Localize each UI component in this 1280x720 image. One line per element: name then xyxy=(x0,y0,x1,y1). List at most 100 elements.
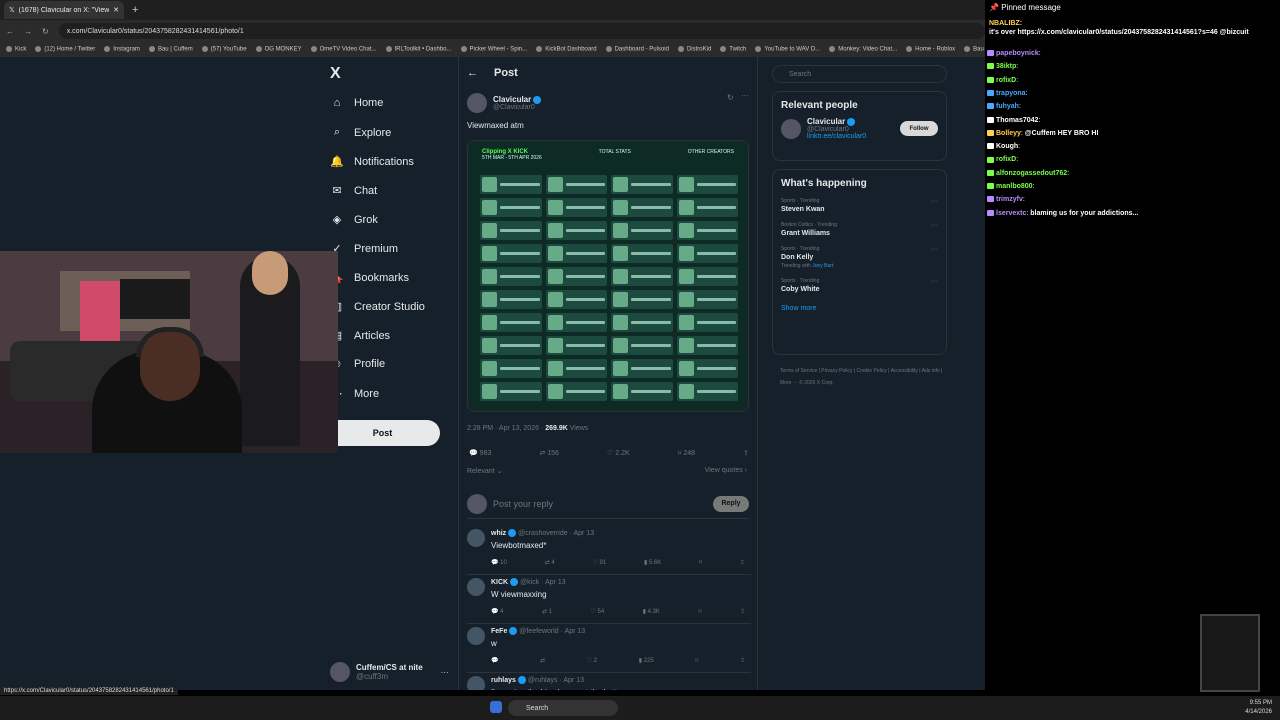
views-action[interactable]: ▮ 4.3K xyxy=(643,608,660,615)
post-author[interactable]: Clavicular @Clavicular0 xyxy=(467,93,542,113)
bookmark-icon[interactable]: ⌑ xyxy=(695,657,698,664)
reply-item[interactable]: FeFe @feefeworld · Apr 13 w 💬 ⇄ ♡ 2 ▮ 225 ⌑ ⇪ xyxy=(467,625,751,673)
tab-close-icon[interactable]: ✕ xyxy=(113,6,119,14)
post-button[interactable]: Post xyxy=(325,420,440,446)
bookmark-item[interactable]: Monkey: Video Chat... xyxy=(829,46,897,53)
sort-relevant[interactable]: Relevant ⌄ xyxy=(467,467,502,475)
reply-action[interactable]: 💬 10 xyxy=(491,559,507,566)
chat-username[interactable]: papeboynick xyxy=(996,50,1039,57)
bookmark-item[interactable]: (57) YouTube xyxy=(202,46,247,53)
forward-icon[interactable]: → xyxy=(24,27,32,36)
bookmark-item[interactable]: OmeTV Video Chat... xyxy=(311,46,377,53)
like-action[interactable]: ♡ 2.2K xyxy=(607,449,630,457)
repost-action[interactable]: ⇄ 4 xyxy=(545,559,555,566)
reply-item[interactable]: KICK @kick · Apr 13 W viewmaxxing 💬 4 ⇄ 1 ♡ … xyxy=(467,576,751,624)
bookmark-item[interactable]: OG MONKEY xyxy=(256,46,302,53)
grok-icon[interactable]: ↻ xyxy=(727,93,734,102)
trend-item[interactable]: Sports · Trending Don Kelly Trending with … xyxy=(781,246,938,269)
more-icon[interactable]: ··· xyxy=(931,198,938,205)
share-icon[interactable]: ⇪ xyxy=(740,559,745,566)
taskbar-search[interactable]: Search xyxy=(508,700,618,716)
back-icon[interactable]: ← xyxy=(6,27,14,36)
views-action[interactable]: ▮ 5.6K xyxy=(644,559,661,566)
chat-username[interactable]: Bolleyy xyxy=(996,130,1021,137)
chat-username[interactable]: Thomas7042 xyxy=(996,117,1038,124)
chat-username[interactable]: lservextc xyxy=(996,210,1026,217)
pinned-text[interactable]: it's over https://x.com/clavicular0/stat… xyxy=(989,29,1280,36)
bookmark-item[interactable]: Kick xyxy=(6,46,26,53)
bookmark-item[interactable]: YouTube to WAV D... xyxy=(755,46,820,53)
footer-links[interactable]: Terms of Service | Privacy Policy | Cook… xyxy=(780,365,950,389)
bookmark-item[interactable]: Home - Roblox xyxy=(906,46,955,53)
share-icon[interactable]: ⇪ xyxy=(740,608,745,615)
more-icon[interactable]: ··· xyxy=(931,278,938,285)
more-icon[interactable]: ··· xyxy=(931,246,938,253)
repost-action[interactable]: ⇄ 1 xyxy=(542,608,552,615)
nav-item-premium[interactable]: ✓ Premium xyxy=(330,242,398,256)
chat-username[interactable]: fuhyah xyxy=(996,103,1019,110)
nav-item-chat[interactable]: ✉ Chat xyxy=(330,184,377,198)
more-icon[interactable]: ··· xyxy=(741,91,749,100)
chat-username[interactable]: trimzyfv xyxy=(996,196,1023,203)
nav-item-articles[interactable]: ▤Articles xyxy=(330,329,390,343)
chat-username[interactable]: alfonzogassedout762 xyxy=(996,170,1067,177)
reply-item[interactable]: ruhlays @ruhlays · Apr 13 I'm crying the … xyxy=(467,674,751,690)
reply-input[interactable]: Post your reply xyxy=(493,499,707,509)
relevant-person[interactable]: Clavicular @Clavicular0 linktr.ee/clavic… xyxy=(781,117,938,140)
like-action[interactable]: ♡ 54 xyxy=(590,608,604,615)
chat-username[interactable]: rofixD xyxy=(996,156,1016,163)
chat-username[interactable]: trapyona xyxy=(996,90,1026,97)
nav-item-profile[interactable]: ☺Profile xyxy=(330,358,385,370)
bookmark-item[interactable]: Picker Wheel - Spin... xyxy=(461,46,528,53)
browser-tab[interactable]: 𝕏 (1678) Clavicular on X: "Viewm... ✕ xyxy=(4,1,124,19)
bookmark-item[interactable]: Bau | Cuffem xyxy=(149,46,193,53)
trend-item[interactable]: Sports · Trending Steven Kwan ··· xyxy=(781,198,938,213)
reply-action[interactable]: 💬 4 xyxy=(491,608,503,615)
nav-item-home[interactable]: ⌂ Home xyxy=(330,97,384,109)
bookmark-item[interactable]: (12) Home / Twitter xyxy=(35,46,95,53)
more-icon[interactable]: ··· xyxy=(931,222,938,229)
more-icon[interactable]: ··· xyxy=(441,668,449,677)
repost-action[interactable]: ⇄ xyxy=(540,657,545,664)
windows-start-icon[interactable] xyxy=(490,701,502,713)
trend-item[interactable]: Boston Celtics · Trending Grant Williams ·… xyxy=(781,222,938,237)
bookmark-item[interactable]: Twitch xyxy=(720,46,746,53)
trend-sub-link[interactable]: Joey Bart xyxy=(812,263,833,269)
reply-button[interactable]: Reply xyxy=(713,495,749,512)
share-icon[interactable]: ⇪ xyxy=(740,657,745,664)
view-quotes-link[interactable]: View quotes › xyxy=(705,467,747,474)
bookmark-item[interactable]: Instagram xyxy=(104,46,140,53)
chat-username[interactable]: Kough xyxy=(996,143,1018,150)
reload-icon[interactable]: ↻ xyxy=(42,27,49,36)
like-action[interactable]: ♡ 91 xyxy=(592,559,606,566)
back-arrow-icon[interactable]: ← xyxy=(467,67,478,79)
follow-button[interactable]: Follow xyxy=(900,121,938,136)
reply-action[interactable]: 💬 xyxy=(491,657,498,664)
search-input[interactable]: Search xyxy=(772,65,947,83)
chat-username[interactable]: rofixD xyxy=(996,77,1016,84)
chat-username[interactable]: 38iktp xyxy=(996,63,1016,70)
reply-item[interactable]: whiz @crashoverride · Apr 13 Viewbotmaxed… xyxy=(467,527,751,575)
reply-action[interactable]: 💬 983 xyxy=(469,449,491,457)
trend-item[interactable]: Sports · Trending Coby White ··· xyxy=(781,278,938,293)
nav-item-explore[interactable]: ⌕ Explore xyxy=(330,126,391,139)
bookmark-item[interactable]: DistroKid xyxy=(678,46,711,53)
like-action[interactable]: ♡ 2 xyxy=(587,657,597,664)
share-icon[interactable]: ⇪ xyxy=(743,449,749,457)
show-more-link[interactable]: Show more xyxy=(781,305,938,312)
x-logo-icon[interactable]: X xyxy=(330,65,341,83)
nav-item-bookmarks[interactable]: 🔖Bookmarks xyxy=(330,271,409,285)
nav-item-notifications[interactable]: 🔔 Notifications xyxy=(330,155,414,169)
bookmark-icon[interactable]: ⌑ xyxy=(699,559,702,566)
nav-item-creator-studio[interactable]: ▥Creator Studio xyxy=(330,300,425,314)
post-image[interactable]: Clipping X KICK 5TH MAR - 5TH APR 2026 TO… xyxy=(467,140,749,412)
repost-action[interactable]: ⇄ 156 xyxy=(539,449,559,457)
bookmark-item[interactable]: KickBot Dashboard xyxy=(536,46,596,53)
new-tab-button[interactable]: + xyxy=(132,4,138,16)
bookmark-item[interactable]: IRLToolkit • Dashbo... xyxy=(386,46,452,53)
bookmark-icon[interactable]: ⌑ xyxy=(698,608,701,615)
bookmark-action[interactable]: ⌑ 248 xyxy=(678,449,695,457)
url-field[interactable]: x.com/Clavicular0/status/204375828243141… xyxy=(58,23,985,39)
account-switcher[interactable]: Cuffem/CS at nite @cuff3m ··· xyxy=(330,662,449,682)
nav-item-grok[interactable]: ◈ Grok xyxy=(330,213,378,227)
